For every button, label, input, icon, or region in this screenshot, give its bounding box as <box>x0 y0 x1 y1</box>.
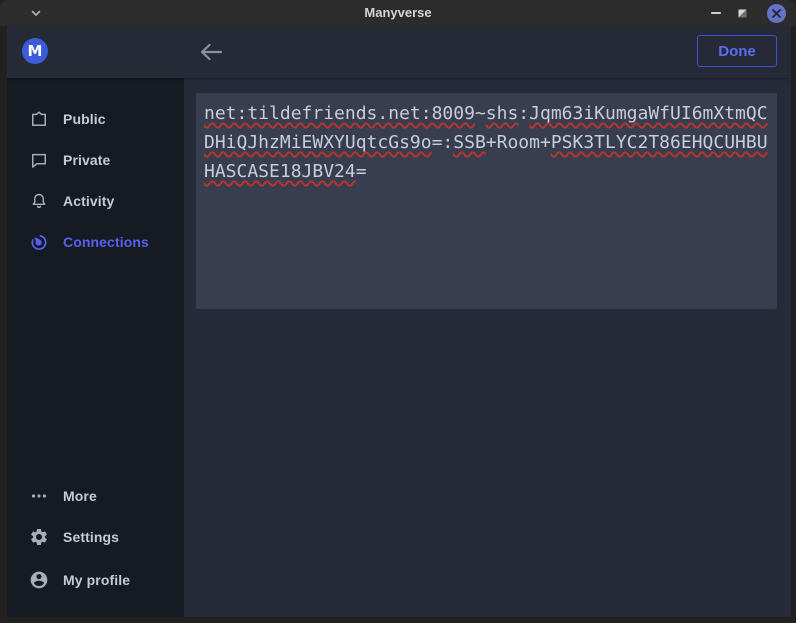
sidebar-item-label: Activity <box>63 193 114 209</box>
restore-button[interactable] <box>730 0 754 26</box>
close-button[interactable] <box>764 0 788 26</box>
sidebar-item-my-profile[interactable]: My profile <box>7 559 184 600</box>
sidebar-item-settings[interactable]: Settings <box>7 516 184 557</box>
connections-dial-icon <box>29 232 49 252</box>
sidebar-item-public[interactable]: Public <box>7 98 184 139</box>
done-button[interactable]: Done <box>697 35 777 67</box>
bell-icon <box>29 191 49 211</box>
account-circle-icon <box>29 570 49 590</box>
sidebar-item-label: Connections <box>63 234 149 250</box>
restore-icon <box>737 8 748 19</box>
window-title: Manyverse <box>0 0 796 26</box>
ellipsis-icon <box>29 486 49 506</box>
gear-icon <box>29 527 49 547</box>
sidebar-item-label: More <box>63 488 97 504</box>
sidebar-item-label: Private <box>63 152 110 168</box>
minimize-button[interactable] <box>704 0 728 26</box>
app-header: M Done <box>7 26 791 78</box>
sidebar-item-connections[interactable]: Connections <box>7 221 184 262</box>
sidebar-item-more[interactable]: More <box>7 475 184 516</box>
invite-code-input[interactable]: net:tildefriends.net:8009~shs:Jqm63iKumg… <box>196 93 777 309</box>
app-window: M Done Public Private <box>7 26 791 617</box>
sidebar-item-label: Public <box>63 111 106 127</box>
logo-letter: M <box>28 42 43 60</box>
sidebar-item-label: Settings <box>63 529 119 545</box>
sidebar-item-activity[interactable]: Activity <box>7 180 184 221</box>
message-icon <box>29 150 49 170</box>
back-arrow-icon[interactable] <box>199 42 223 67</box>
sidebar: Public Private Activity <box>7 78 184 617</box>
manyverse-logo: M <box>22 38 48 64</box>
bulletin-board-icon <box>29 109 49 129</box>
close-icon <box>767 4 786 23</box>
minimize-icon <box>711 12 721 14</box>
content-area: net:tildefriends.net:8009~shs:Jqm63iKumg… <box>184 78 791 617</box>
titlebar: Manyverse <box>0 0 796 26</box>
sidebar-item-private[interactable]: Private <box>7 139 184 180</box>
sidebar-item-label: My profile <box>63 572 130 588</box>
